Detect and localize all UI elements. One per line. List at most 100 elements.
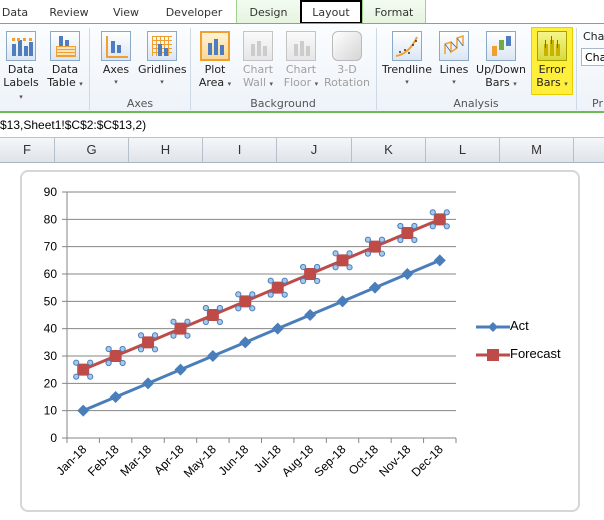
selection-handle[interactable]	[411, 222, 418, 230]
data-point[interactable]	[304, 309, 317, 321]
data-point[interactable]	[174, 363, 187, 376]
lines-button[interactable]: Lines ▾	[436, 28, 472, 94]
tab-review[interactable]: Review	[44, 0, 94, 23]
selection-handle[interactable]	[235, 305, 242, 312]
column-header-i[interactable]: I	[203, 138, 277, 162]
selection-handle[interactable]	[170, 332, 177, 339]
selection-handle[interactable]	[378, 250, 386, 257]
data-point[interactable]	[206, 350, 219, 362]
series-act[interactable]	[77, 254, 446, 417]
selection-handle[interactable]	[364, 250, 372, 257]
data-point[interactable]	[433, 213, 446, 226]
selection-handle[interactable]	[235, 291, 242, 298]
selection-handle[interactable]	[184, 318, 191, 325]
column-header-f[interactable]: F	[0, 138, 55, 162]
tab-format[interactable]: Format	[362, 0, 426, 23]
tab-view[interactable]: View	[104, 0, 148, 23]
selection-handle[interactable]	[300, 277, 307, 285]
selection-handle[interactable]	[87, 359, 94, 366]
selection-handle[interactable]	[202, 318, 209, 326]
data-point[interactable]	[368, 281, 381, 294]
series-line[interactable]	[82, 217, 441, 372]
selection-handle[interactable]	[378, 236, 386, 243]
selection-handle[interactable]	[346, 250, 353, 257]
selection-handle[interactable]	[429, 209, 436, 216]
gridlines-button[interactable]: Gridlines ▾	[138, 28, 187, 94]
data-point[interactable]	[336, 254, 349, 267]
up-down-bars-button[interactable]: Up/Down Bars ▾	[474, 28, 528, 94]
selection-handle[interactable]	[429, 223, 436, 230]
selection-handle[interactable]	[314, 263, 321, 271]
selection-handle[interactable]	[267, 277, 274, 284]
tab-data[interactable]: Data	[0, 0, 30, 23]
trendline-button[interactable]: Trendline ▾	[380, 28, 434, 94]
data-labels-button[interactable]: Data Labels ▾	[0, 28, 42, 101]
selection-handle[interactable]	[151, 332, 159, 339]
selection-handle[interactable]	[411, 236, 418, 244]
selection-handle[interactable]	[281, 277, 288, 284]
selection-handle[interactable]	[346, 264, 353, 271]
selection-handle[interactable]	[87, 373, 94, 380]
chart-name-input[interactable]: Cha	[581, 48, 604, 66]
selection-handle[interactable]	[397, 222, 404, 230]
data-point[interactable]	[142, 377, 155, 390]
data-point[interactable]	[109, 391, 122, 403]
data-point[interactable]	[142, 336, 155, 349]
selection-handle[interactable]	[119, 359, 126, 367]
selection-handle[interactable]	[332, 264, 339, 271]
selection-handle[interactable]	[281, 291, 288, 298]
column-header-l[interactable]: L	[426, 138, 500, 162]
chart-wall-button[interactable]: Chart Wall ▾	[238, 28, 278, 94]
data-point[interactable]	[271, 281, 284, 294]
data-point[interactable]	[304, 268, 317, 280]
column-header-n[interactable]	[574, 138, 604, 162]
selection-handle[interactable]	[314, 277, 321, 285]
selection-handle[interactable]	[300, 263, 307, 271]
series-line[interactable]	[82, 258, 441, 413]
formula-bar[interactable]: $13,Sheet1!$C$2:$C$13,2)	[0, 113, 604, 138]
3d-rotation-button[interactable]: 3-D Rotation	[322, 28, 372, 94]
column-header-j[interactable]: J	[277, 138, 352, 162]
formula-text[interactable]: $13,Sheet1!$C$2:$C$13,2)	[0, 118, 146, 132]
legend-item-act[interactable]: Act	[476, 318, 529, 334]
data-point[interactable]	[336, 295, 349, 308]
selection-handle[interactable]	[202, 304, 209, 312]
data-point[interactable]	[433, 254, 446, 267]
data-point[interactable]	[109, 350, 122, 362]
selection-handle[interactable]	[170, 318, 177, 325]
data-point[interactable]	[77, 363, 90, 376]
column-header-h[interactable]: H	[129, 138, 203, 162]
data-point[interactable]	[206, 309, 219, 321]
selection-handle[interactable]	[105, 359, 112, 367]
selection-handle[interactable]	[105, 345, 112, 353]
selection-handle[interactable]	[151, 346, 159, 353]
data-point[interactable]	[239, 336, 252, 349]
selection-handle[interactable]	[137, 346, 145, 353]
selection-handle[interactable]	[249, 291, 256, 298]
series-forecast[interactable]	[73, 209, 450, 380]
selection-handle[interactable]	[216, 304, 223, 312]
data-point[interactable]	[239, 295, 252, 308]
plot-area-button[interactable]: Plot Area ▾	[195, 28, 235, 94]
column-header-m[interactable]: M	[500, 138, 574, 162]
line-chart[interactable]: 0 10 20 30 40 50 60 70 80 90 Jan-18Feb-18Mar-18Ap…	[22, 172, 578, 510]
selection-handle[interactable]	[73, 373, 80, 380]
legend-item-forecast[interactable]: Forecast	[476, 346, 561, 362]
chart-area[interactable]: 0 10 20 30 40 50 60 70 80 90 Jan-18 Feb-18 Mar-18 Ap…	[20, 170, 580, 512]
selection-handle[interactable]	[184, 332, 191, 339]
selection-handle[interactable]	[332, 250, 339, 257]
column-header-g[interactable]: G	[55, 138, 129, 162]
data-point[interactable]	[401, 227, 414, 239]
data-point[interactable]	[77, 404, 90, 417]
data-point[interactable]	[368, 240, 381, 253]
data-table-button[interactable]: Data Table ▾	[44, 28, 86, 94]
column-header-k[interactable]: K	[352, 138, 426, 162]
selection-handle[interactable]	[267, 291, 274, 298]
selection-handle[interactable]	[137, 332, 145, 339]
chart-floor-button[interactable]: Chart Floor ▾	[280, 28, 322, 94]
selection-handle[interactable]	[119, 345, 126, 353]
data-point[interactable]	[401, 268, 414, 280]
data-point[interactable]	[271, 322, 284, 335]
selection-handle[interactable]	[397, 236, 404, 244]
selection-handle[interactable]	[73, 359, 80, 366]
